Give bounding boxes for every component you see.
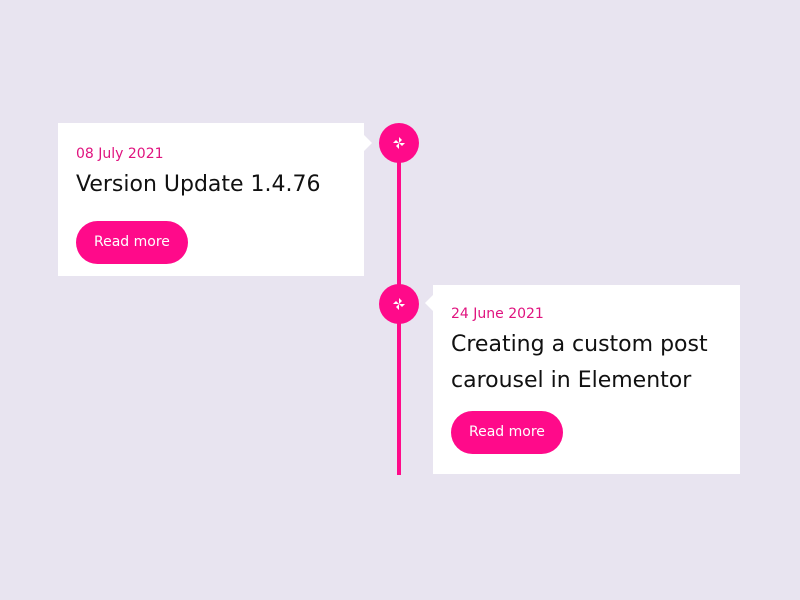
timeline-node-1 [379, 123, 419, 163]
timeline-card: 08 July 2021 Version Update 1.4.76 Read … [58, 123, 372, 276]
pinwheel-icon [393, 137, 405, 149]
post-date: 08 July 2021 [76, 146, 164, 162]
card-pointer [425, 295, 433, 311]
card-pointer [364, 135, 372, 151]
read-more-button[interactable]: Read more [451, 411, 563, 454]
timeline-card: 24 June 2021 Creating a custom post caro… [425, 285, 740, 474]
post-title: Version Update 1.4.76 [76, 172, 321, 197]
post-title: Creating a custom post carousel in Eleme… [451, 332, 708, 393]
read-more-button[interactable]: Read more [76, 221, 188, 264]
timeline-node-2 [379, 284, 419, 324]
post-date: 24 June 2021 [451, 306, 544, 322]
pinwheel-icon [393, 298, 405, 310]
